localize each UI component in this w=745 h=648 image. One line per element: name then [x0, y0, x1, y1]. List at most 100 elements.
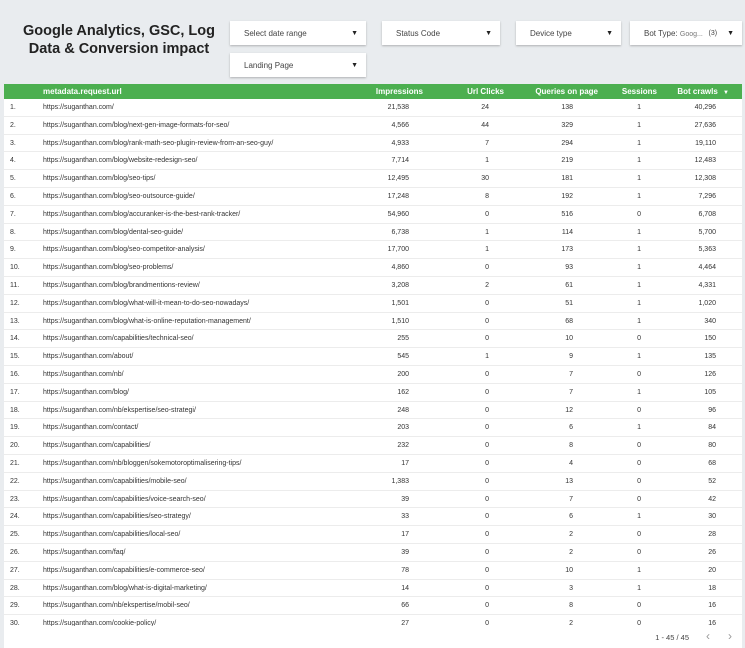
column-header-bot-crawls[interactable]: Bot crawls ▼ [677, 87, 729, 96]
bot-type-filter[interactable]: Bot Type: Goog... (3) ▼ [630, 21, 742, 45]
row-url-clicks: 0 [485, 210, 489, 218]
row-queries-on-page: 516 [561, 210, 573, 218]
row-impressions: 54,960 [387, 210, 409, 218]
table-row[interactable]: 4. https://suganthan.com/blog/website-red… [4, 152, 742, 171]
table-row[interactable]: 19. https://suganthan.com/contact/203 0 6 1 8… [4, 419, 742, 438]
device-type-filter[interactable]: Device type ▼ [516, 21, 621, 45]
chevron-right-icon[interactable]: › [728, 629, 732, 643]
table-row[interactable]: 10. https://suganthan.com/blog/seo-proble… [4, 259, 742, 277]
row-impressions: 21,538 [387, 104, 409, 111]
row-bot-crawls: 126 [704, 370, 716, 378]
table-row[interactable]: 6. https://suganthan.com/blog/seo-outsour… [4, 188, 742, 206]
row-url: https://suganthan.com/blog/dental-seo-gu… [43, 228, 184, 236]
column-header-url[interactable]: metadata.request.url [43, 87, 122, 96]
row-index: 11. [10, 281, 20, 289]
table-row[interactable]: 26. https://suganthan.com/faq/39 0 2 0 26 [4, 544, 742, 562]
row-queries-on-page: 3 [569, 584, 573, 592]
row-url-clicks: 0 [485, 548, 489, 556]
row-url: https://suganthan.com/blog/next-gen-imag… [43, 121, 230, 129]
row-impressions: 248 [397, 406, 409, 414]
row-sessions: 0 [637, 602, 641, 610]
date-range-filter[interactable]: Select date range ▼ [230, 21, 366, 45]
table-row[interactable]: 11. https://suganthan.com/blog/brandmenti… [4, 277, 742, 295]
row-index: 9. [10, 246, 16, 254]
row-url: https://suganthan.com/nb/ [43, 370, 124, 378]
table-row[interactable]: 17. https://suganthan.com/blog/162 0 7 1 105 [4, 384, 742, 402]
row-impressions: 17,248 [387, 192, 409, 200]
table-row[interactable]: 9. https://suganthan.com/blog/seo-competi… [4, 241, 742, 260]
column-header-sessions[interactable]: Sessions [622, 87, 657, 96]
row-index: 27. [10, 566, 20, 574]
row-index: 15. [10, 353, 20, 361]
row-bot-crawls: 16 [708, 602, 716, 610]
row-impressions: 255 [397, 335, 409, 343]
row-bot-crawls: 7,296 [698, 192, 716, 200]
row-url-clicks: 0 [485, 513, 489, 521]
row-sessions: 1 [637, 175, 641, 183]
table-row[interactable]: 13. https://suganthan.com/blog/what-is-on… [4, 313, 742, 331]
row-queries-on-page: 8 [569, 442, 573, 450]
row-url: https://suganthan.com/blog/seo-competito… [43, 246, 205, 254]
table-row[interactable]: 18. https://suganthan.com/nb/ekspertise/s… [4, 402, 742, 420]
row-queries-on-page: 4 [569, 459, 573, 467]
row-queries-on-page: 329 [561, 121, 573, 129]
row-bot-crawls: 26 [708, 548, 716, 556]
row-bot-crawls: 40,296 [694, 104, 716, 111]
row-bot-crawls: 340 [704, 317, 716, 325]
row-url-clicks: 0 [485, 566, 489, 574]
table-row[interactable]: 20. https://suganthan.com/capabilities/23… [4, 437, 742, 455]
row-index: 24. [10, 513, 20, 521]
table-row[interactable]: 29. https://suganthan.com/nb/ekspertise/m… [4, 597, 742, 616]
table-row[interactable]: 12. https://suganthan.com/blog/what-will-… [4, 295, 742, 313]
row-url: https://suganthan.com/about/ [43, 353, 134, 361]
landing-page-filter[interactable]: Landing Page ▼ [230, 53, 366, 77]
table-row[interactable]: 7. https://suganthan.com/blog/accuranker-… [4, 206, 742, 224]
table-row[interactable]: 22. https://suganthan.com/capabilities/mo… [4, 473, 742, 491]
row-sessions: 0 [637, 370, 641, 378]
row-sessions: 0 [637, 477, 641, 485]
status-code-filter[interactable]: Status Code ▼ [382, 21, 500, 45]
chevron-left-icon[interactable]: ‹ [706, 629, 710, 643]
row-impressions: 33 [401, 513, 409, 521]
column-header-url-clicks[interactable]: Url Clicks [467, 87, 504, 96]
table-row[interactable]: 3. https://suganthan.com/blog/rank-math-s… [4, 135, 742, 153]
table-row[interactable]: 25. https://suganthan.com/capabilities/lo… [4, 526, 742, 544]
table-row[interactable]: 27. https://suganthan.com/capabilities/e-… [4, 562, 742, 580]
caret-down-icon: ▼ [723, 90, 729, 96]
row-url: https://suganthan.com/capabilities/techn… [43, 335, 194, 343]
table-row[interactable]: 5. https://suganthan.com/blog/seo-tips/12… [4, 170, 742, 188]
column-header-queries-on-page[interactable]: Queries on page [535, 87, 598, 96]
row-impressions: 39 [401, 495, 409, 503]
table-row[interactable]: 15. https://suganthan.com/about/545 1 9 1 135 [4, 348, 742, 366]
row-queries-on-page: 114 [561, 228, 573, 236]
row-url: https://suganthan.com/capabilities/ [43, 442, 151, 450]
table-row[interactable]: 23. https://suganthan.com/capabilities/vo… [4, 491, 742, 509]
table-row[interactable]: 21. https://suganthan.com/nb/bloggen/soke… [4, 455, 742, 473]
row-sessions: 0 [637, 406, 641, 414]
data-table: metadata.request.url Impressions Url Cli… [4, 84, 742, 648]
row-bot-crawls: 68 [708, 459, 716, 467]
row-impressions: 7,714 [391, 157, 409, 165]
row-url-clicks: 0 [485, 424, 489, 432]
row-queries-on-page: 8 [569, 602, 573, 610]
table-row[interactable]: 8. https://suganthan.com/blog/dental-seo-… [4, 224, 742, 242]
column-header-impressions[interactable]: Impressions [376, 87, 423, 96]
table-row[interactable]: 24. https://suganthan.com/capabilities/se… [4, 508, 742, 527]
table-row[interactable]: 14. https://suganthan.com/capabilities/te… [4, 330, 742, 349]
table-body: 1. https://suganthan.com/21,538 24 138 1 40,2… [4, 99, 742, 626]
row-url: https://suganthan.com/blog/what-is-onlin… [43, 317, 251, 325]
row-url: https://suganthan.com/capabilities/local… [43, 531, 181, 539]
table-row[interactable]: 2. https://suganthan.com/blog/next-gen-im… [4, 117, 742, 135]
device-type-label: Device type [530, 28, 572, 38]
row-sessions: 1 [637, 317, 641, 325]
table-row[interactable]: 16. https://suganthan.com/nb/200 0 7 0 126 [4, 366, 742, 384]
row-impressions: 66 [401, 602, 409, 610]
row-url: https://suganthan.com/blog/accuranker-is… [43, 210, 241, 218]
table-row[interactable]: 1. https://suganthan.com/21,538 24 138 1 40,2… [4, 99, 742, 117]
row-bot-crawls: 20 [708, 566, 716, 574]
table-row[interactable]: 28. https://suganthan.com/blog/what-is-di… [4, 580, 742, 598]
row-url-clicks: 0 [485, 317, 489, 325]
table-row[interactable]: 30. https://suganthan.com/cookie-policy/2… [4, 615, 742, 626]
row-index: 26. [10, 548, 20, 556]
row-index: 8. [10, 228, 16, 236]
